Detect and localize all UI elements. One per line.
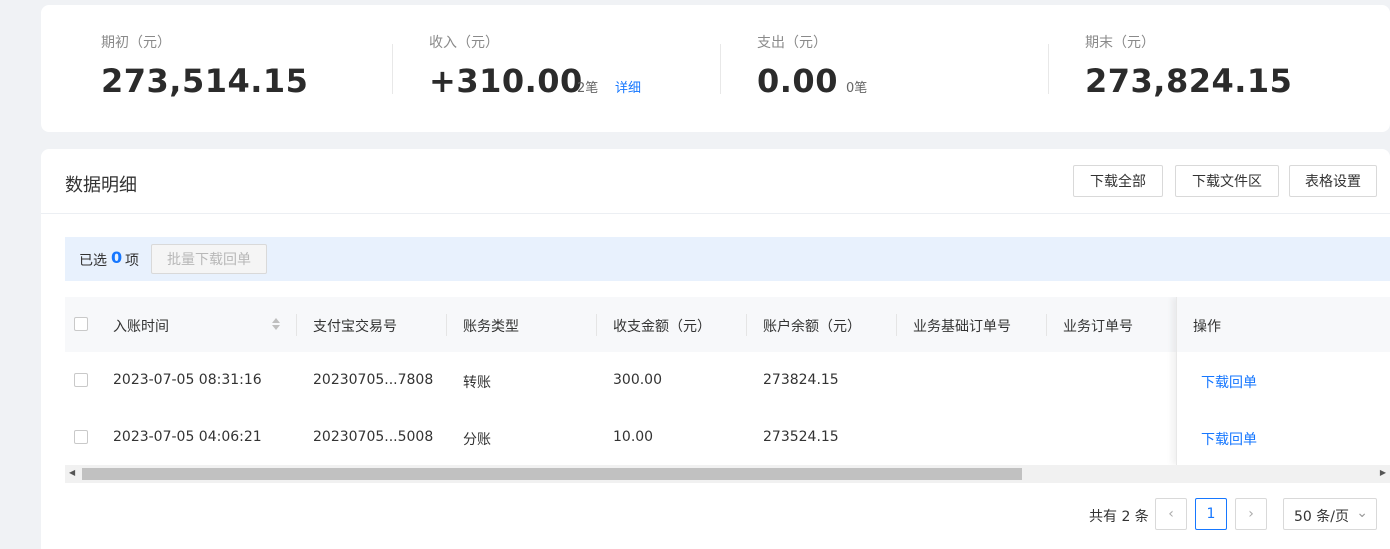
scroll-right-icon[interactable]: ▶ xyxy=(1380,468,1386,477)
column-header-time[interactable]: 入账时间 xyxy=(113,316,169,336)
column-separator xyxy=(296,314,297,336)
horizontal-scrollbar[interactable]: ◀ ▶ xyxy=(65,465,1390,483)
summary-card: 期初（元） 273,514.15 收入（元） +310.00 2笔 详细 支出（… xyxy=(41,5,1390,132)
stat-income: 收入（元） +310.00 2笔 详细 xyxy=(429,5,729,132)
stat-closing: 期末（元） 273,824.15 xyxy=(1085,5,1385,132)
cell-trade-no: 20230705...7808 xyxy=(313,372,434,388)
sort-icon[interactable] xyxy=(271,317,281,331)
stat-closing-value: 273,824.15 xyxy=(1085,62,1293,100)
actions-column: 操作 下载回单 下载回单 xyxy=(1176,297,1390,465)
column-header-trade-no: 支付宝交易号 xyxy=(313,319,397,335)
actions-cell: 下载回单 xyxy=(1177,352,1390,410)
table-settings-button[interactable]: 表格设置 xyxy=(1289,165,1377,197)
download-all-button[interactable]: 下载全部 xyxy=(1073,165,1163,197)
cell-amount: 10.00 xyxy=(613,429,654,445)
prev-page-button[interactable]: ‹ xyxy=(1155,498,1187,530)
stat-expense-count: 0笔 xyxy=(846,81,868,96)
selection-count: 0 xyxy=(111,248,123,267)
section-title: 数据明细 xyxy=(65,175,137,196)
column-header-order: 业务订单号 xyxy=(1063,319,1133,335)
select-all-checkbox[interactable] xyxy=(74,317,88,331)
cell-trade-no: 20230705...5008 xyxy=(313,429,434,445)
page-size-value: 50 条/页 xyxy=(1294,509,1349,525)
column-header-balance: 账户余额（元） xyxy=(763,319,861,335)
divider xyxy=(1048,44,1049,94)
stat-closing-label: 期末（元） xyxy=(1085,35,1155,51)
cell-time: 2023-07-05 04:06:21 xyxy=(113,429,262,445)
selection-bar: 已选 0 项 批量下载回单 xyxy=(65,237,1390,281)
column-separator xyxy=(1046,314,1047,336)
cell-type: 转账 xyxy=(463,375,491,391)
selection-suffix: 项 xyxy=(125,253,139,269)
row-checkbox[interactable] xyxy=(74,430,88,444)
divider xyxy=(392,44,393,94)
scroll-left-icon[interactable]: ◀ xyxy=(69,468,75,477)
column-header-type: 账务类型 xyxy=(463,319,519,335)
actions-cell: 下载回单 xyxy=(1177,409,1390,465)
cell-time: 2023-07-05 08:31:16 xyxy=(113,372,262,388)
stat-income-count: 2笔 xyxy=(577,81,599,96)
stat-opening-value: 273,514.15 xyxy=(101,62,309,100)
download-receipt-link[interactable]: 下载回单 xyxy=(1201,372,1257,392)
data-table: 入账时间 支付宝交易号 账务类型 收支金额（元） 账户余额（元） 业务基础订单号… xyxy=(65,297,1390,465)
stat-income-value: +310.00 xyxy=(429,62,583,100)
stat-expense-value: 0.00 xyxy=(757,62,838,100)
stat-expense: 支出（元） 0.00 0笔 xyxy=(757,5,1057,132)
cell-type: 分账 xyxy=(463,432,491,448)
row-checkbox[interactable] xyxy=(74,373,88,387)
column-separator xyxy=(896,314,897,336)
chevron-right-icon: › xyxy=(1248,506,1254,522)
column-header-base-order: 业务基础订单号 xyxy=(913,319,1011,335)
pagination-total: 共有 2 条 xyxy=(1089,509,1149,525)
download-receipt-link[interactable]: 下载回单 xyxy=(1201,429,1257,449)
cell-balance: 273524.15 xyxy=(763,429,839,445)
actions-header: 操作 xyxy=(1177,297,1390,352)
scrollbar-thumb[interactable] xyxy=(82,468,1022,480)
column-header-amount: 收支金额（元） xyxy=(613,319,711,335)
income-detail-link[interactable]: 详细 xyxy=(615,77,641,96)
page-size-select[interactable]: 50 条/页 ⌄ xyxy=(1283,498,1377,530)
chevron-left-icon: ‹ xyxy=(1168,506,1174,522)
cell-balance: 273824.15 xyxy=(763,372,839,388)
chevron-down-icon: ⌄ xyxy=(1356,505,1368,521)
stat-income-label: 收入（元） xyxy=(429,35,499,51)
divider xyxy=(41,213,1390,214)
stat-expense-label: 支出（元） xyxy=(757,35,827,51)
column-separator xyxy=(446,314,447,336)
download-files-button[interactable]: 下载文件区 xyxy=(1175,165,1279,197)
selection-prefix: 已选 xyxy=(79,253,107,269)
stat-opening-label: 期初（元） xyxy=(101,35,171,51)
stat-opening: 期初（元） 273,514.15 xyxy=(101,5,401,132)
column-separator xyxy=(746,314,747,336)
detail-card: 数据明细 下载全部 下载文件区 表格设置 已选 0 项 批量下载回单 入账时间 … xyxy=(41,149,1390,549)
page-number-button[interactable]: 1 xyxy=(1195,498,1227,530)
divider xyxy=(720,44,721,94)
next-page-button[interactable]: › xyxy=(1235,498,1267,530)
column-header-actions: 操作 xyxy=(1193,319,1221,335)
column-separator xyxy=(596,314,597,336)
batch-download-button[interactable]: 批量下载回单 xyxy=(151,244,267,274)
cell-amount: 300.00 xyxy=(613,372,662,388)
